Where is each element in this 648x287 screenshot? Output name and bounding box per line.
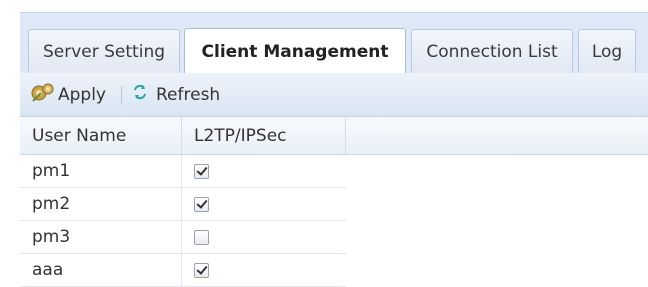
- table-row[interactable]: aaa: [20, 254, 346, 287]
- refresh-icon: [132, 84, 148, 105]
- column-header-user-name[interactable]: User Name: [20, 117, 182, 154]
- l2tp-checkbox[interactable]: [194, 163, 209, 179]
- refresh-button[interactable]: Refresh: [132, 73, 220, 116]
- table-row[interactable]: pm2: [20, 188, 346, 221]
- l2tp-checkbox[interactable]: [194, 262, 209, 278]
- tab-client-management[interactable]: Client Management: [184, 28, 406, 74]
- l2tp-cell: [182, 155, 346, 187]
- tab-strip: Server Setting Client Management Connect…: [20, 12, 648, 74]
- tab-connection-list[interactable]: Connection List: [411, 29, 573, 73]
- l2tp-cell: [182, 254, 346, 286]
- l2tp-cell: [182, 221, 346, 253]
- l2tp-checkbox[interactable]: [194, 196, 209, 212]
- user-name-cell: pm3: [20, 221, 182, 253]
- user-name-cell: pm1: [20, 155, 182, 187]
- apply-button[interactable]: Apply: [30, 73, 106, 116]
- toolbar: Apply Refresh: [20, 73, 648, 117]
- user-name-cell: pm2: [20, 188, 182, 220]
- user-name-cell: aaa: [20, 254, 182, 286]
- table-row[interactable]: pm3: [20, 221, 346, 254]
- refresh-label: Refresh: [156, 84, 221, 105]
- tab-log[interactable]: Log: [578, 29, 636, 73]
- client-management-panel: Server Setting Client Management Connect…: [20, 12, 648, 287]
- table-row[interactable]: pm1: [20, 155, 346, 188]
- apply-label: Apply: [58, 84, 106, 105]
- l2tp-checkbox[interactable]: [194, 229, 209, 245]
- tab-server-setting[interactable]: Server Setting: [28, 29, 180, 73]
- toolbar-separator: [121, 86, 122, 104]
- apply-icon: [30, 81, 56, 108]
- grid-header: User Name L2TP/IPSec: [20, 117, 648, 155]
- column-header-l2tp-ipsec[interactable]: L2TP/IPSec: [182, 117, 346, 154]
- l2tp-cell: [182, 188, 346, 220]
